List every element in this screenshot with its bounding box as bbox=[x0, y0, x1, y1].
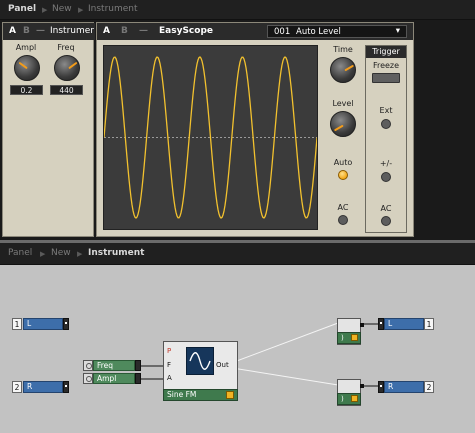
output-terminal-number: 2 bbox=[424, 381, 434, 393]
freq-control-label: Freq bbox=[93, 360, 135, 371]
module-status-icon[interactable] bbox=[351, 395, 358, 402]
input-terminal-number: 1 bbox=[12, 318, 22, 330]
input-terminal-label: R bbox=[23, 381, 63, 393]
wire-out-to-l[interactable] bbox=[225, 322, 339, 366]
port-p[interactable]: P bbox=[167, 347, 171, 355]
output-terminal-label: L bbox=[384, 318, 424, 330]
sine-fm-footer: Sine FM bbox=[163, 389, 238, 401]
output-port-icon[interactable] bbox=[63, 381, 69, 393]
output-port-icon[interactable] bbox=[135, 373, 141, 384]
knob-icon bbox=[83, 373, 93, 384]
port-a[interactable]: A bbox=[167, 374, 172, 382]
mini-module-l[interactable]: ) bbox=[337, 318, 364, 345]
mini-module-label: ) bbox=[341, 395, 344, 403]
mini-module-footer: ) bbox=[337, 332, 361, 344]
mini-module-footer: ) bbox=[337, 393, 361, 405]
module-status-icon[interactable] bbox=[351, 334, 358, 341]
port-out[interactable]: Out bbox=[216, 361, 229, 369]
wire-out-to-r[interactable] bbox=[225, 366, 339, 386]
ampl-control-label: Ampl bbox=[93, 373, 135, 384]
output-port-icon[interactable] bbox=[360, 384, 364, 388]
module-status-icon[interactable] bbox=[226, 391, 234, 399]
sine-fm-name: Sine FM bbox=[167, 390, 197, 399]
output-port-icon[interactable] bbox=[135, 360, 141, 371]
output-port-icon[interactable] bbox=[360, 323, 364, 327]
port-f[interactable]: F bbox=[167, 361, 171, 369]
sine-wave-icon bbox=[186, 347, 214, 375]
mini-module-label: ) bbox=[341, 334, 344, 342]
input-terminal-label: L bbox=[23, 318, 63, 330]
output-port-icon[interactable] bbox=[63, 318, 69, 330]
output-terminal-number: 1 bbox=[424, 318, 434, 330]
mini-module-r[interactable]: ) bbox=[337, 379, 364, 406]
input-terminal-number: 2 bbox=[12, 381, 22, 393]
sine-fm-module[interactable]: P F A Out Sine FM bbox=[163, 341, 238, 401]
knob-icon bbox=[83, 360, 93, 371]
output-terminal-label: R bbox=[384, 381, 424, 393]
